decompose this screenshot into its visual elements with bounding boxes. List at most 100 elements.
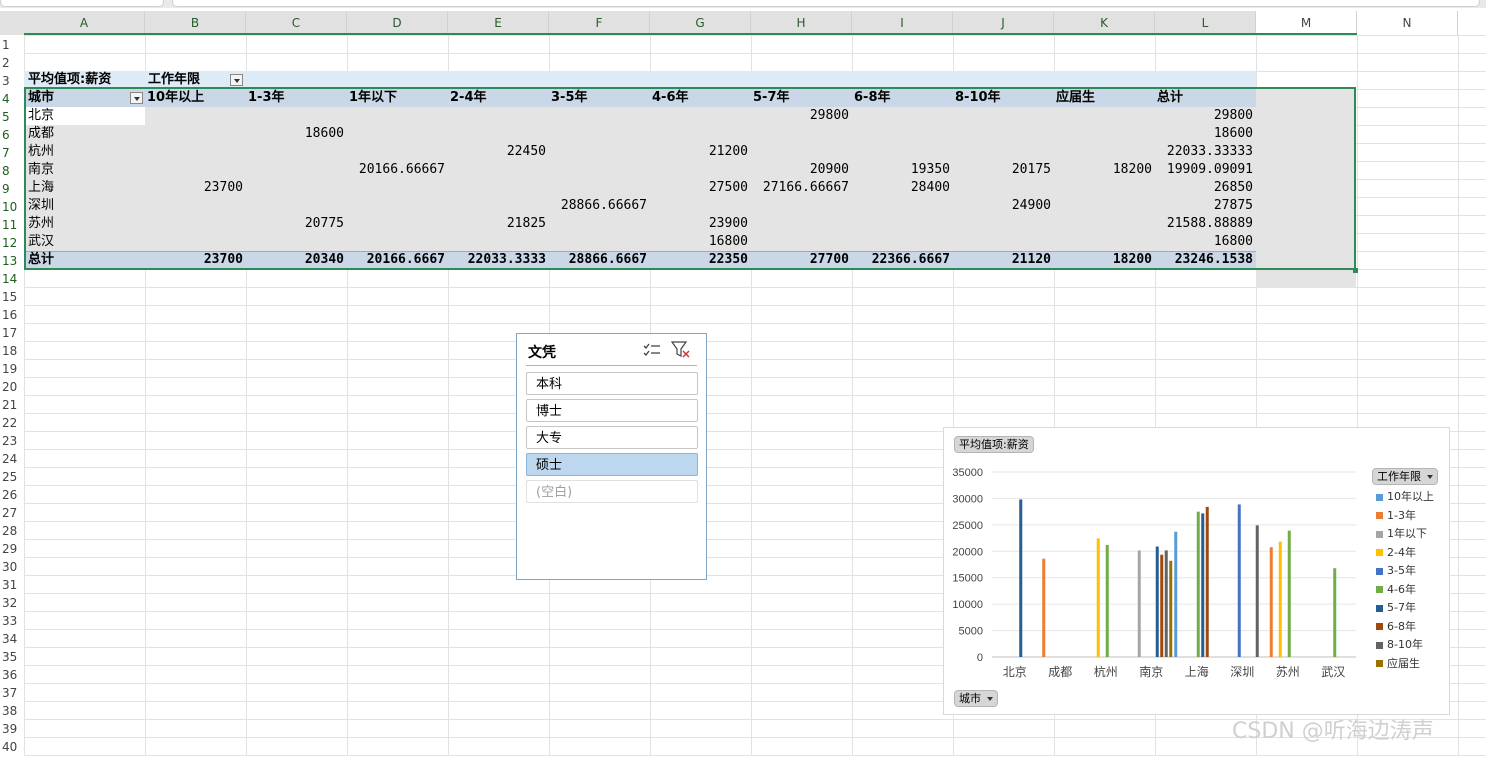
row-header[interactable]: 32 [0, 593, 24, 611]
slicer-panel[interactable]: 文凭 本科 博士 大专 硕士 (空白) [516, 333, 707, 580]
column-header[interactable]: D [347, 11, 448, 35]
pivot-row-label[interactable]: 武汉 [28, 233, 54, 251]
row-header[interactable]: 4 [0, 89, 24, 107]
legend-entry[interactable]: 应届生 [1376, 656, 1420, 671]
row-header[interactable]: 23 [0, 431, 24, 449]
row-filter-dropdown[interactable] [130, 92, 143, 104]
legend-entry[interactable]: 5-7年 [1376, 600, 1416, 615]
row-header[interactable]: 39 [0, 719, 24, 737]
legend-entry[interactable]: 3-5年 [1376, 563, 1416, 578]
select-all-corner[interactable] [0, 11, 24, 35]
pivot-total-cell[interactable]: 23700 [145, 251, 243, 269]
bar-1年以下[interactable] [1137, 550, 1141, 657]
row-header[interactable]: 24 [0, 449, 24, 467]
pivot-row-label[interactable]: 苏州 [28, 215, 54, 233]
pivot-row-label[interactable]: 深圳 [28, 197, 54, 215]
row-header[interactable]: 28 [0, 521, 24, 539]
column-header[interactable]: A [24, 11, 145, 35]
row-header[interactable]: 18 [0, 341, 24, 359]
bar-3-5年[interactable] [1237, 504, 1241, 657]
pivot-column-header[interactable]: 8-10年 [955, 89, 1001, 107]
row-header[interactable]: 36 [0, 665, 24, 683]
fill-handle[interactable] [1353, 268, 1358, 273]
row-header[interactable]: 31 [0, 575, 24, 593]
row-header[interactable]: 12 [0, 233, 24, 251]
pivot-row-label[interactable]: 南京 [28, 161, 54, 179]
row-header[interactable]: 22 [0, 413, 24, 431]
sheet-tab-active[interactable] [172, 0, 1480, 7]
column-header[interactable]: F [549, 11, 650, 35]
row-header[interactable]: 14 [0, 269, 24, 287]
pivot-row-label[interactable]: 北京 [28, 107, 54, 125]
bar-1-3年[interactable] [1042, 558, 1046, 657]
pivot-column-header[interactable]: 6-8年 [854, 89, 891, 107]
row-header[interactable]: 10 [0, 197, 24, 215]
pivot-value-cell[interactable]: 28866.66667 [549, 197, 647, 215]
pivot-value-cell[interactable]: 18600 [246, 125, 344, 143]
pivot-value-cell[interactable]: 20166.66667 [347, 161, 445, 179]
bar-应届生[interactable] [1169, 560, 1173, 657]
legend-entry[interactable]: 1-3年 [1376, 508, 1416, 523]
row-header[interactable]: 27 [0, 503, 24, 521]
slicer-item[interactable]: 博士 [526, 399, 698, 422]
legend-field-chip[interactable]: 工作年限 [1372, 468, 1438, 485]
axis-field-chip[interactable]: 城市 [954, 690, 998, 707]
pivot-column-header[interactable]: 4-6年 [652, 89, 689, 107]
row-header[interactable]: 1 [0, 35, 24, 53]
pivot-value-cell[interactable]: 21825 [448, 215, 546, 233]
pivot-value-cell[interactable]: 29800 [1155, 107, 1253, 125]
row-header[interactable]: 15 [0, 287, 24, 305]
bar-2-4年[interactable] [1096, 538, 1100, 657]
row-header[interactable]: 20 [0, 377, 24, 395]
legend-entry[interactable]: 2-4年 [1376, 545, 1416, 560]
pivot-column-header[interactable]: 总计 [1157, 89, 1183, 107]
pivot-total-cell[interactable]: 22366.6667 [852, 251, 950, 269]
legend-entry[interactable]: 8-10年 [1376, 637, 1423, 652]
pivot-chart[interactable]: 平均值项:薪资 工作年限 城市 0 5000 10000 15000 20000 2500… [943, 427, 1450, 715]
bar-5-7年[interactable] [1155, 546, 1159, 657]
row-header[interactable]: 11 [0, 215, 24, 233]
row-header[interactable]: 30 [0, 557, 24, 575]
row-header[interactable]: 9 [0, 179, 24, 197]
pivot-column-header[interactable]: 5-7年 [753, 89, 790, 107]
pivot-value-cell[interactable]: 18600 [1155, 125, 1253, 143]
row-header[interactable]: 26 [0, 485, 24, 503]
multi-select-icon[interactable] [643, 342, 661, 358]
column-header[interactable]: G [650, 11, 751, 35]
pivot-total-cell[interactable]: 21120 [953, 251, 1051, 269]
column-header[interactable]: B [145, 11, 246, 35]
pivot-value-cell[interactable]: 20175 [953, 161, 1051, 179]
row-header[interactable]: 25 [0, 467, 24, 485]
column-header[interactable]: H [751, 11, 852, 35]
pivot-value-cell[interactable]: 28400 [852, 179, 950, 197]
bar-4-6年[interactable] [1105, 544, 1109, 657]
bar-2-4年[interactable] [1278, 541, 1282, 657]
column-filter-dropdown[interactable] [230, 74, 243, 86]
bar-4-6年[interactable] [1333, 568, 1337, 657]
legend-entry[interactable]: 10年以上 [1376, 489, 1434, 504]
pivot-value-cell[interactable]: 27500 [650, 179, 748, 197]
pivot-total-cell[interactable]: 20166.6667 [347, 251, 445, 269]
row-header[interactable]: 5 [0, 107, 24, 125]
legend-entry[interactable]: 6-8年 [1376, 619, 1416, 634]
pivot-column-header[interactable]: 10年以上 [147, 89, 204, 107]
pivot-value-cell[interactable]: 29800 [751, 107, 849, 125]
column-header[interactable]: C [246, 11, 347, 35]
pivot-column-header[interactable]: 应届生 [1056, 89, 1095, 107]
pivot-total-label[interactable]: 总计 [28, 251, 54, 269]
bar-1-3年[interactable] [1269, 547, 1273, 657]
pivot-total-cell[interactable]: 22350 [650, 251, 748, 269]
row-header[interactable]: 16 [0, 305, 24, 323]
pivot-column-header[interactable]: 1-3年 [248, 89, 285, 107]
pivot-column-header[interactable]: 3-5年 [551, 89, 588, 107]
clear-filter-icon[interactable] [671, 341, 691, 359]
row-header[interactable]: 13 [0, 251, 24, 269]
row-header[interactable]: 35 [0, 647, 24, 665]
row-header[interactable]: 19 [0, 359, 24, 377]
column-header[interactable]: M [1256, 11, 1357, 35]
column-header[interactable]: K [1054, 11, 1155, 35]
legend-entry[interactable]: 1年以下 [1376, 526, 1427, 541]
row-header[interactable]: 7 [0, 143, 24, 161]
pivot-value-cell[interactable]: 16800 [1155, 233, 1253, 251]
bar-5-7年[interactable] [1019, 499, 1023, 657]
